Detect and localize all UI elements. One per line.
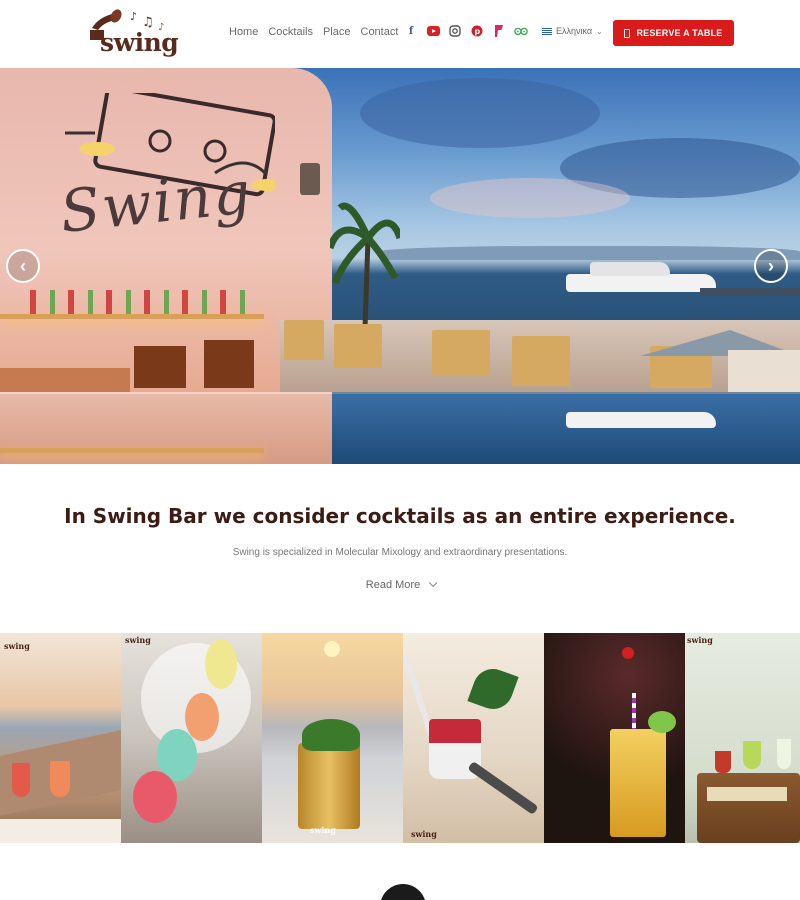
bar-stool	[204, 340, 254, 388]
read-more-label: Read More	[365, 579, 421, 591]
cocktail-glass	[777, 739, 791, 769]
cocktail-glass	[205, 639, 237, 689]
nav-place-link[interactable]: Place	[323, 26, 351, 38]
social-links: f p	[404, 24, 528, 38]
distant-hills	[380, 246, 800, 260]
intro-subline: Swing is specialized in Molecular Mixolo…	[232, 547, 568, 558]
youtube-icon[interactable]	[426, 24, 440, 38]
slider-prev-button[interactable]: ‹	[6, 249, 40, 283]
main-nav: Home Cocktails Place Contact	[229, 26, 398, 38]
gallery-tile[interactable]: swing	[0, 633, 121, 843]
chevron-right-icon: ›	[768, 256, 774, 276]
wall-speaker	[300, 163, 320, 195]
svg-text:♪: ♪	[130, 10, 137, 23]
svg-text:p: p	[475, 27, 481, 36]
hero-divider	[0, 392, 800, 394]
gallery-watermark: swing	[125, 635, 151, 645]
chevron-left-icon: ‹	[20, 256, 26, 276]
terrace-table	[728, 350, 800, 392]
mint-garnish	[302, 719, 360, 751]
swing-logo[interactable]: ♪ ♫ ♪ swing	[86, 8, 198, 58]
logo-wordmark: swing	[100, 28, 179, 57]
nav-cocktails-link[interactable]: Cocktails	[268, 26, 313, 38]
radio-dial	[707, 787, 787, 801]
bar-stool	[134, 346, 186, 388]
cloud	[360, 78, 600, 148]
hero-slider: Swing ‹ ›	[0, 68, 800, 464]
language-selector[interactable]: Ελληνικα ⌄	[542, 26, 603, 36]
copper-mug	[298, 743, 360, 829]
greek-flag-icon	[542, 27, 552, 35]
pier	[700, 288, 800, 296]
bar-shelf	[0, 314, 264, 319]
nav-home-link[interactable]: Home	[229, 26, 258, 38]
intro-headline: In Swing Bar we consider cocktails as an…	[64, 504, 736, 528]
chevron-down-icon: ⌄	[596, 26, 603, 36]
palm-tree	[326, 188, 404, 329]
gallery-watermark: swing	[687, 635, 713, 645]
plant-pot	[715, 751, 731, 773]
cocktail-gallery: swing swing swing swing swing	[0, 633, 800, 843]
cocktail-glass	[185, 693, 219, 741]
yacht-lower	[566, 412, 716, 428]
terrace-chair	[284, 320, 324, 360]
gallery-tile[interactable]: swing	[685, 633, 800, 843]
gallery-watermark: swing	[4, 641, 30, 651]
gallery-watermark: swing	[411, 829, 437, 839]
chevron-down-icon	[429, 578, 438, 588]
bokeh-light	[622, 647, 634, 659]
sun-icon	[324, 641, 340, 657]
cocktail-glass	[50, 761, 70, 797]
vintage-radio	[697, 773, 800, 843]
tile-table	[0, 819, 121, 843]
terrace-chair	[334, 324, 382, 368]
reserve-table-button[interactable]: RESERVE A TABLE	[613, 20, 734, 46]
terrace-chair	[512, 336, 570, 386]
terrace-chair	[432, 330, 490, 376]
cocktail-glass	[133, 771, 177, 823]
shelf-glasses	[30, 290, 250, 314]
yacht	[566, 274, 716, 292]
cocktail-glass	[743, 741, 761, 769]
phone-icon	[624, 28, 631, 38]
language-label: Ελληνικα	[556, 26, 593, 36]
bar-counter	[0, 368, 130, 392]
nav-contact-link[interactable]: Contact	[361, 26, 399, 38]
reserve-table-label: RESERVE A TABLE	[636, 28, 723, 38]
site-header: ♪ ♫ ♪ swing Home Cocktails Place Contact…	[0, 0, 800, 68]
yacht-upper-deck	[590, 262, 670, 276]
gallery-watermark: swing	[310, 825, 336, 835]
foursquare-icon[interactable]	[492, 24, 506, 38]
leaf-garnish	[467, 663, 519, 715]
gallery-tile[interactable]: swing	[262, 633, 403, 843]
facebook-icon[interactable]: f	[404, 24, 418, 38]
cocktail-glass	[610, 729, 666, 837]
bar-shelf-lower	[0, 448, 264, 453]
pinterest-icon[interactable]: p	[470, 24, 484, 38]
sea-lower	[332, 394, 800, 464]
bar-spoon	[467, 760, 539, 816]
read-more-link[interactable]: Read More	[0, 578, 800, 591]
gallery-tile[interactable]: swing	[403, 633, 544, 843]
gallery-tile[interactable]: swing	[121, 633, 262, 843]
cocktail-glass	[12, 763, 30, 797]
slider-next-button[interactable]: ›	[754, 249, 788, 283]
tripadvisor-icon[interactable]	[514, 24, 528, 38]
instagram-icon[interactable]	[448, 24, 462, 38]
vinyl-record-icon	[380, 884, 426, 900]
gallery-tile[interactable]	[544, 633, 685, 843]
cloud	[430, 178, 630, 218]
bar-wall-lower	[0, 392, 332, 464]
fruit-garnish	[648, 711, 676, 733]
